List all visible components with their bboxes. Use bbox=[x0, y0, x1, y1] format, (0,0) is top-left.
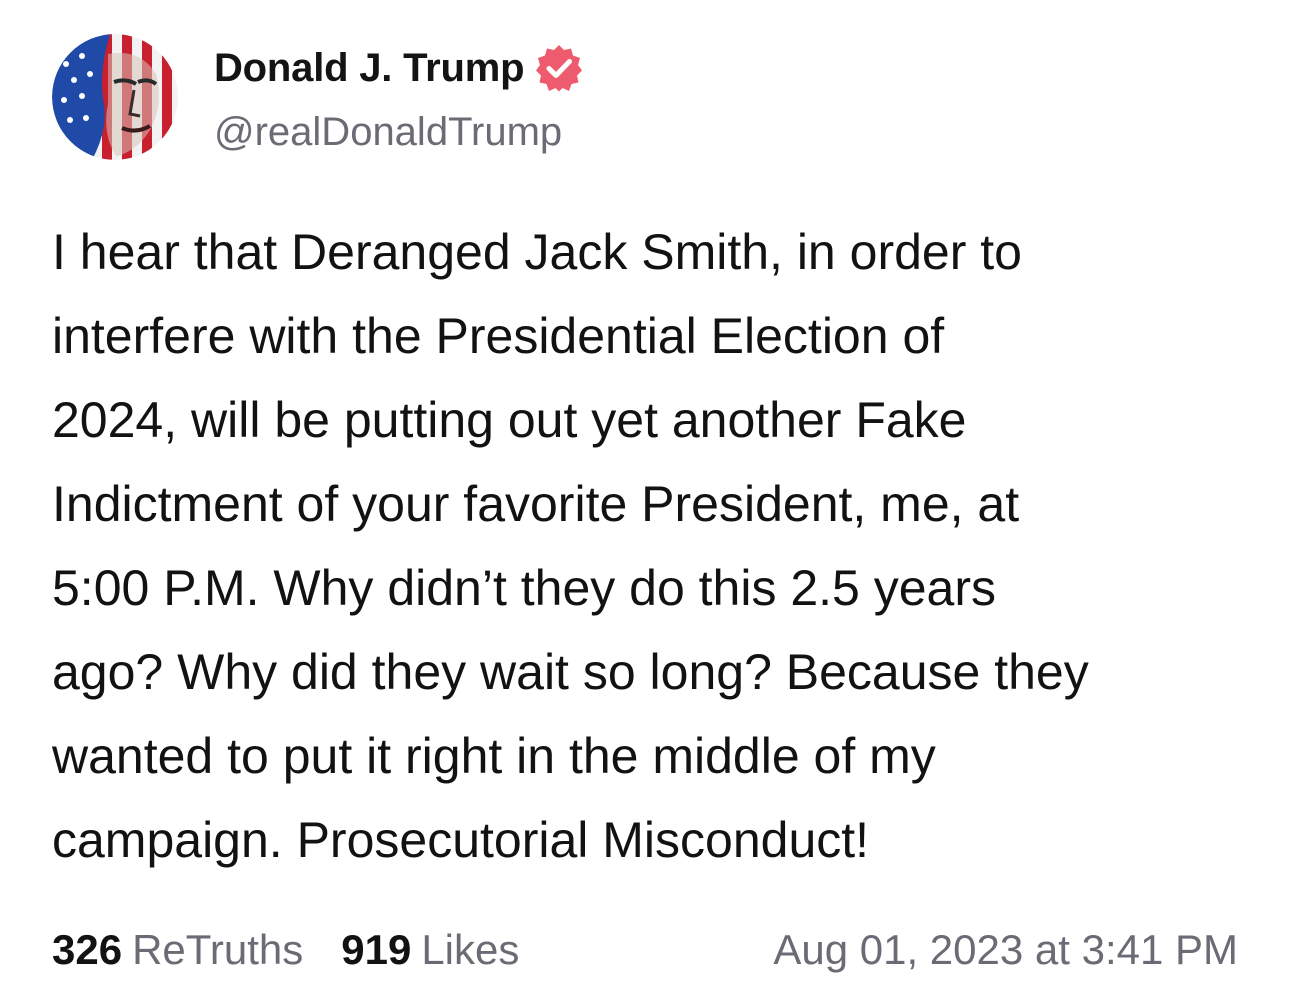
retruths-label: ReTruths bbox=[132, 926, 304, 973]
post-body-line: interfere with the Presidential Election… bbox=[52, 308, 945, 364]
likes-label: Likes bbox=[421, 926, 520, 973]
post-card: Donald J. Trump @realDonaldTrump I hear … bbox=[0, 0, 1290, 983]
post-body-line: campaign. Prosecutorial Misconduct! bbox=[52, 812, 870, 868]
post-body-line: wanted to put it right in the middle of … bbox=[52, 728, 936, 784]
retruths-stat[interactable]: 326 ReTruths bbox=[52, 926, 303, 974]
author-handle[interactable]: @realDonaldTrump bbox=[214, 110, 562, 155]
post-body-line: Indictment of your favorite President, m… bbox=[52, 476, 1020, 532]
verified-badge-icon bbox=[534, 43, 584, 93]
likes-stat[interactable]: 919 Likes bbox=[341, 926, 519, 974]
post-body: I hear that Deranged Jack Smith, in orde… bbox=[52, 210, 1252, 882]
likes-count: 919 bbox=[341, 926, 412, 973]
post-body-line: ago? Why did they wait so long? Because … bbox=[52, 644, 1089, 700]
avatar[interactable] bbox=[52, 34, 178, 160]
post-timestamp[interactable]: Aug 01, 2023 at 3:41 PM bbox=[773, 926, 1238, 974]
author-display-name[interactable]: Donald J. Trump bbox=[214, 46, 525, 91]
author-name-row: Donald J. Trump bbox=[214, 42, 584, 94]
post-body-line: I hear that Deranged Jack Smith, in orde… bbox=[52, 224, 1022, 280]
post-body-line: 2024, will be putting out yet another Fa… bbox=[52, 392, 967, 448]
flag-portrait-icon bbox=[52, 34, 178, 160]
post-footer: 326 ReTruths 919 Likes Aug 01, 2023 at 3:4… bbox=[52, 922, 1238, 978]
retruths-count: 326 bbox=[52, 926, 123, 973]
post-body-line: 5:00 P.M. Why didn’t they do this 2.5 ye… bbox=[52, 560, 997, 616]
